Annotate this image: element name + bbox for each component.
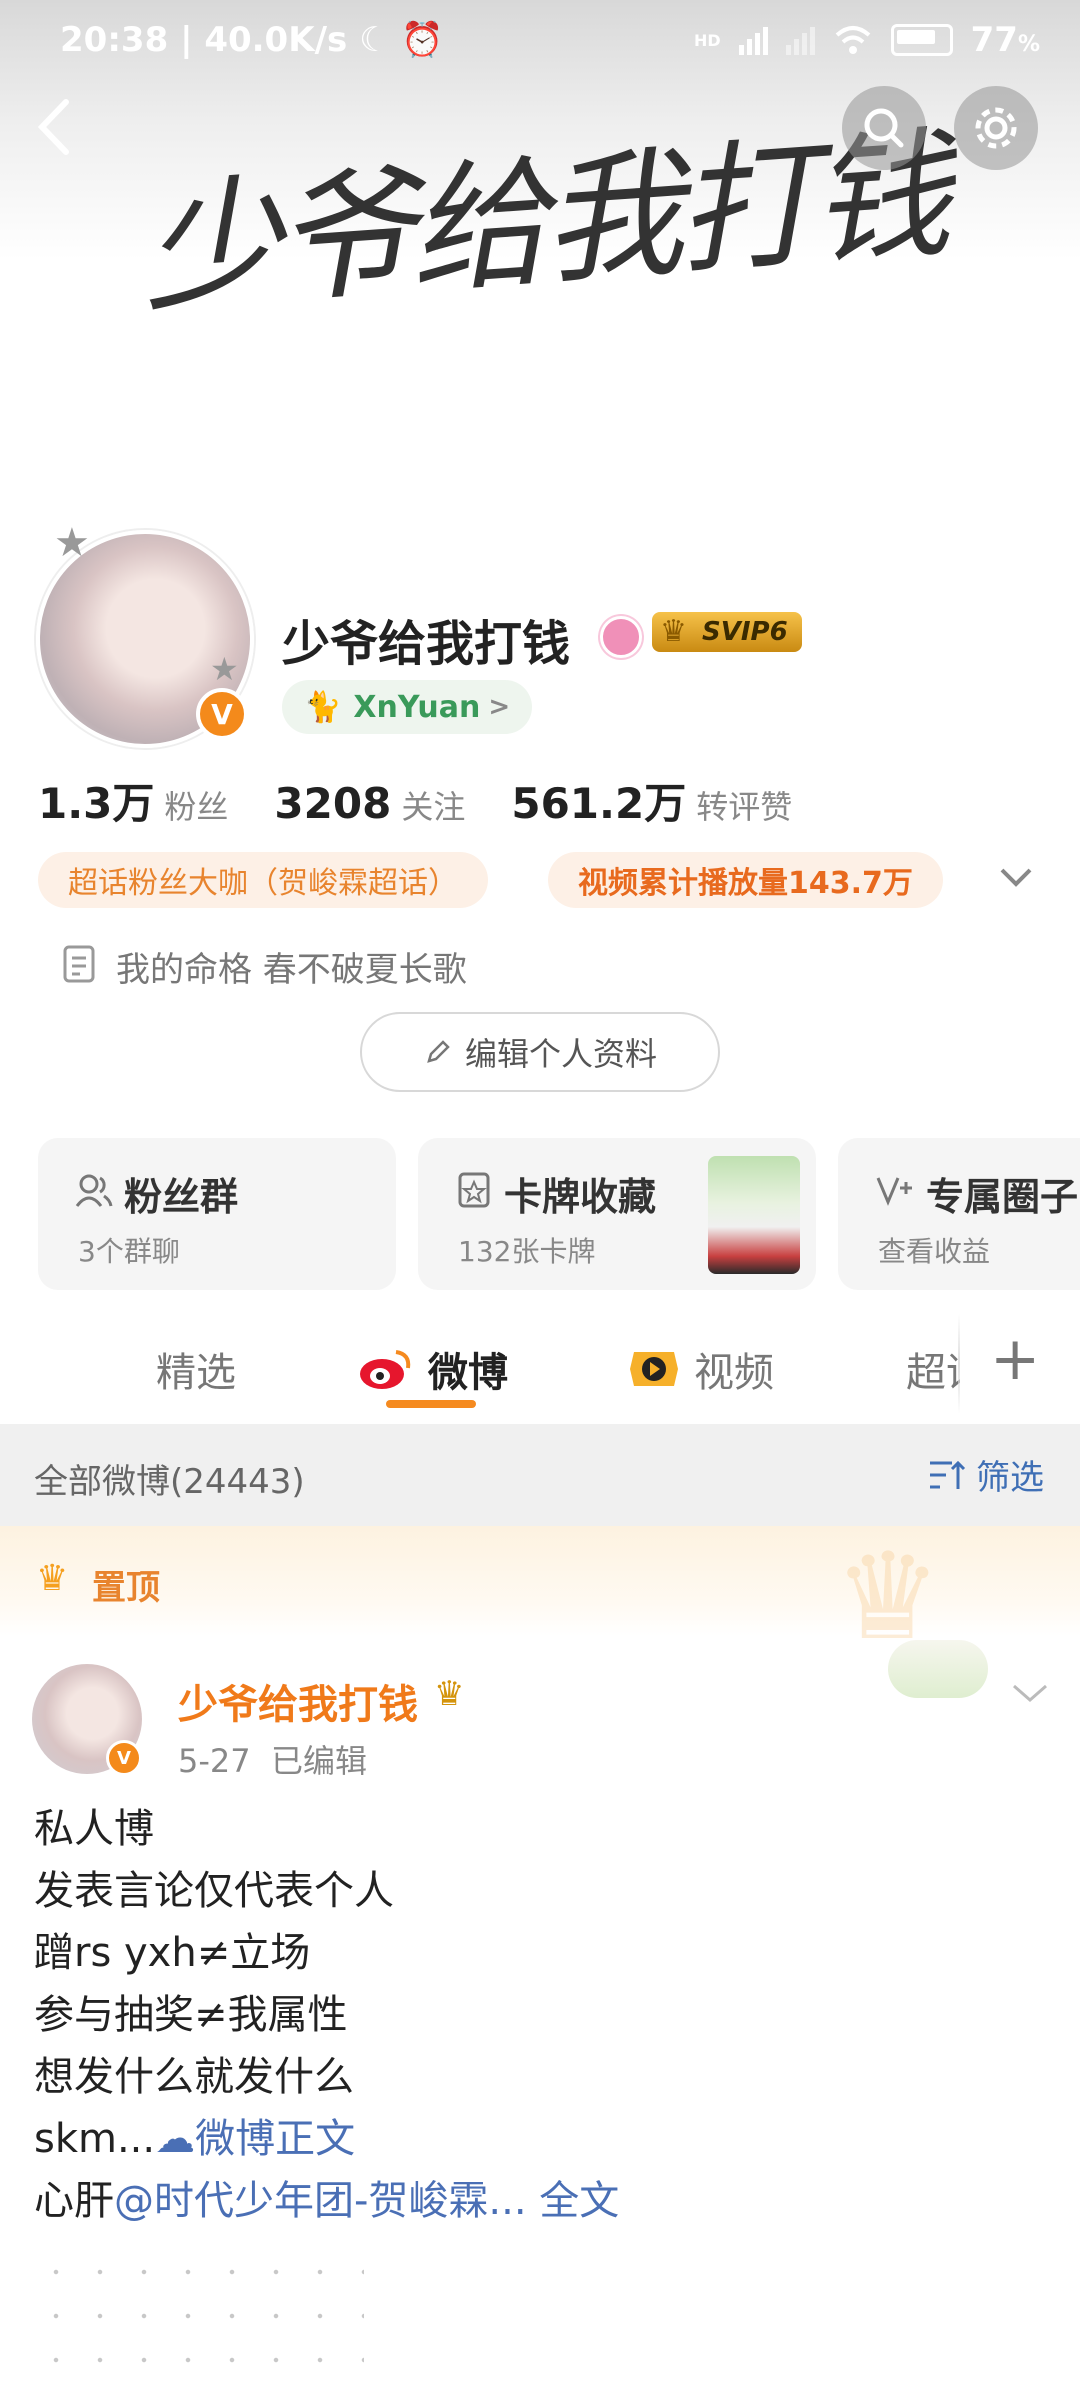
v-plus-icon [876,1177,912,1206]
post-line: 想发什么就发什么 [34,2054,354,2100]
followers-stat[interactable]: 1.3万 粉丝 [38,770,228,831]
card-collection-card[interactable]: 卡牌收藏 132张卡牌 [418,1138,816,1290]
expand-badges-button[interactable] [996,862,1036,896]
mention-link[interactable]: @时代少年团-贺峻霖... [114,2178,527,2224]
add-tab-button[interactable]: + [990,1324,1040,1394]
video-plays-badge[interactable]: 视频累计播放量143.7万 [548,852,943,908]
cat-icon: 🐈 [304,689,342,725]
crown-icon: ♛ [660,614,687,649]
post-verified-badge: V [106,1740,142,1776]
star-decoration-icon: ★ [210,650,239,688]
user-tag[interactable]: 🐈 XnYuan > [282,680,533,734]
gender-female-icon [600,616,642,658]
alarm-icon: ⏰ [401,20,444,60]
group-icon [75,1174,113,1207]
tab-supertopic[interactable]: 超话 [906,1340,960,1398]
crown-icon: ♛ [36,1558,69,1599]
verified-badge: V [196,688,248,740]
settings-button[interactable] [954,86,1038,170]
status-bar: 20:38 | 40.0K/s ☾ ⏰ HD 77% [0,0,1080,80]
pinned-section: ♛ 置顶 ♛ [0,1526,1080,1667]
profile-bio: 我的命格 春不破夏长歌 [116,950,467,990]
signal-icon [738,25,768,55]
edit-profile-button[interactable]: 编辑个人资料 [360,1012,720,1092]
engagement-stat[interactable]: 561.2万 转评赞 [511,770,792,831]
following-stat[interactable]: 3208 关注 [274,779,465,828]
post-line: 私人博 [34,1806,154,1852]
post-line: 参与抽奖≠我属性 [34,1992,348,2038]
chevron-down-icon [1013,1684,1047,1702]
pinned-label: 置顶 [92,1568,160,1608]
filter-button[interactable]: 筛选 [926,1450,1044,1499]
read-more-link[interactable]: 全文 [527,2178,619,2224]
supertopic-badge[interactable]: 超话粉丝大咖（贺峻霖超话） [38,852,488,908]
filter-sort-icon [930,1460,966,1489]
tab-video[interactable]: 视频 [628,1340,774,1398]
status-time: 20:38 | 40.0K/s ☾ ⏰ [60,20,444,60]
post-meta: 5-27 已编辑 [178,1742,367,1780]
post-line: skm...☁微博正文 [34,2116,356,2162]
hd-indicator: HD [693,30,721,50]
back-arrow-icon [37,99,69,155]
signal-2-icon [785,25,815,55]
svip-crown-icon: ♛ [434,1674,465,1714]
moon-icon: ☾ [359,20,390,60]
post-image-placeholder[interactable] [34,2250,364,2400]
post-line: 心肝@时代少年团-贺峻霖... 全文 [34,2178,620,2224]
wifi-icon [835,26,870,54]
cloud-icon: ☁ [155,2116,196,2162]
profile-stats: 1.3万 粉丝 3208 关注 561.2万 转评赞 [38,770,792,831]
search-button[interactable] [842,86,926,170]
chevron-down-icon [1000,868,1032,887]
post-content[interactable]: 私人博 发表言论仅代表个人 蹭rs yxh≠立场 参与抽奖≠我属性 想发什么就发… [34,1798,619,2232]
all-posts-count[interactable]: 全部微博(24443) [34,1454,305,1503]
pencil-icon [427,1040,450,1063]
post-sticker [888,1640,988,1698]
tab-weibo[interactable]: 微博 [358,1340,508,1398]
tab-divider [958,1314,960,1414]
post-author[interactable]: 少爷给我打钱 [178,1672,418,1730]
weibo-text-link[interactable]: ☁微博正文 [155,2116,355,2162]
back-button[interactable] [30,92,76,166]
search-icon [864,108,904,148]
post-menu-button[interactable] [1008,1678,1052,1712]
content-tabs: 精选 微博 视频 超话 + [0,1310,1080,1420]
battery-icon [890,24,953,56]
fan-group-card[interactable]: 粉丝群 3个群聊 [38,1138,396,1290]
post-line: 蹭rs yxh≠立场 [34,1930,311,1976]
star-decoration-icon: ★ [54,520,90,566]
status-right: HD 77% [694,20,1040,60]
weibo-logo-icon [360,1350,411,1389]
post-line: 发表言论仅代表个人 [34,1868,394,1914]
chevron-right-icon: > [488,692,511,722]
card-icon [458,1172,490,1208]
battery-level: 77% [970,20,1040,60]
gear-icon [975,107,1017,149]
active-tab-indicator [386,1400,476,1408]
feed-header: 全部微博(24443) 筛选 [0,1424,1080,1526]
card-thumbnail [708,1156,800,1274]
profile-name: 少爷给我打钱 [282,616,571,672]
exclusive-circle-card[interactable]: 专属圈子 查看收益 [838,1138,1080,1290]
svip-badge[interactable]: ♛ SVIP6 [652,612,802,652]
document-icon [62,944,96,988]
tab-featured[interactable]: 精选 [156,1340,236,1398]
video-play-icon [630,1352,678,1386]
